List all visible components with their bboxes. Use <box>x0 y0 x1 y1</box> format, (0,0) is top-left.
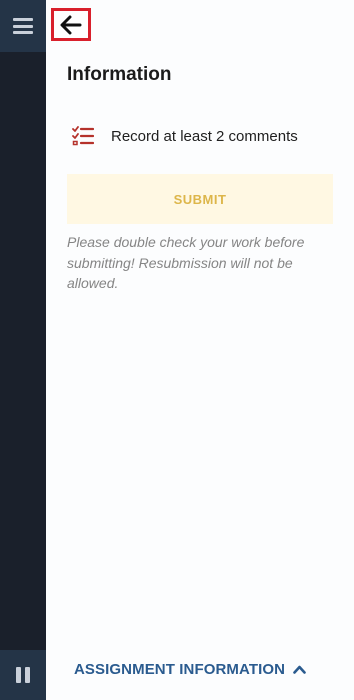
checklist-icon <box>72 126 94 146</box>
task-label: Record at least 2 comments <box>111 127 298 145</box>
app-window: Information Record at least 2 comments S… <box>0 0 354 700</box>
pause-icon <box>16 667 30 683</box>
pause-button[interactable] <box>0 650 46 700</box>
menu-button[interactable] <box>0 0 46 52</box>
chevron-up-icon <box>293 665 306 674</box>
task-item: Record at least 2 comments <box>72 124 298 148</box>
back-button[interactable] <box>51 8 91 41</box>
footer-label: ASSIGNMENT INFORMATION <box>74 660 286 678</box>
information-panel: Information Record at least 2 comments S… <box>46 0 354 700</box>
hamburger-menu-icon <box>13 18 33 34</box>
assignment-information-toggle[interactable]: ASSIGNMENT INFORMATION <box>74 658 306 680</box>
page-title: Information <box>67 64 172 85</box>
side-rail <box>0 0 46 700</box>
submission-warning: Please double check your work before sub… <box>67 234 305 291</box>
arrow-left-icon <box>60 15 82 34</box>
submit-button[interactable]: SUBMIT <box>67 174 333 224</box>
